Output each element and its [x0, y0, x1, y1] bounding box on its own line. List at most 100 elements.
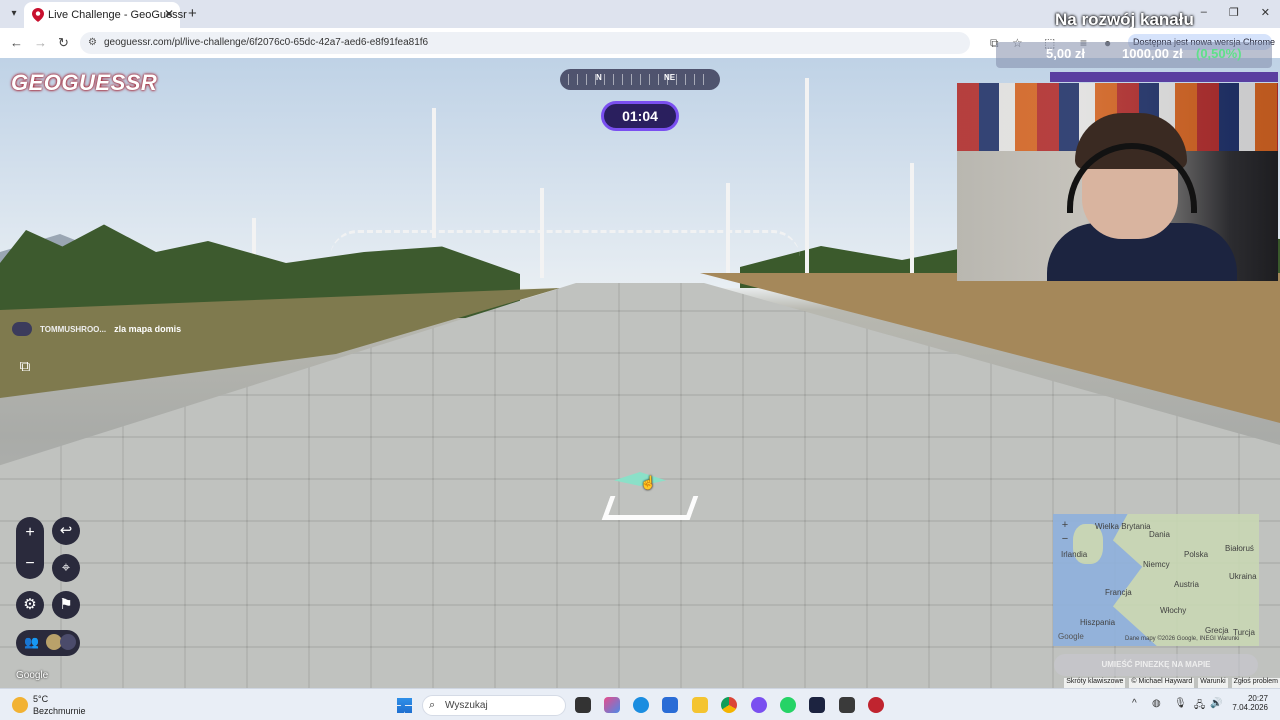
goal-percent: (0,50%) [1196, 46, 1242, 61]
windows-taskbar: 5°C Bezchmurnie ⌕ Wyszukaj ^ ◍ 🎙 🖧 🔊 20:… [0, 688, 1280, 720]
report-problem-link[interactable]: Zgłoś problem [1231, 678, 1280, 688]
search-icon: ⌕ [429, 699, 436, 711]
map-label: Włochy [1160, 606, 1187, 615]
compass-n: N [596, 73, 602, 82]
weather-desc: Bezchmurnie [33, 706, 86, 716]
copilot-icon[interactable] [604, 697, 620, 713]
donation-goal-bar: 5,00 zł 1000,00 zł (0,50%) [996, 42, 1272, 68]
forward-icon[interactable]: → [34, 35, 47, 50]
close-window-icon[interactable]: ✕ [1261, 6, 1270, 19]
window-controls: – ❐ ✕ [1201, 6, 1270, 19]
weather-temp: 5°C [33, 694, 49, 704]
back-icon[interactable]: ← [10, 35, 23, 50]
map-label: Francja [1105, 588, 1132, 597]
tab-search-icon[interactable]: ▾ [6, 6, 22, 22]
task-view-icon[interactable] [575, 697, 591, 713]
terms-link[interactable]: Warunki [1198, 678, 1228, 688]
clock-time: 20:27 [1247, 694, 1268, 703]
address-bar[interactable]: ⚙ geoguessr.com/pl/live-challenge/6f2076… [80, 32, 970, 54]
taskbar-clock[interactable]: 20:27 7.04.2026 [1226, 694, 1268, 712]
friend-avatar [60, 634, 76, 650]
streetview-footer: Skróty klawiszowe © Michael Hayward Waru… [1064, 678, 1280, 688]
photo-credit: © Michael Hayward [1129, 678, 1195, 688]
tray-chevron-icon[interactable]: ^ [1132, 698, 1137, 709]
app-icon[interactable] [809, 697, 825, 713]
zoom-out-button[interactable]: − [16, 548, 44, 579]
map-label: Irlandia [1061, 550, 1088, 559]
minimize-icon[interactable]: – [1201, 6, 1207, 19]
map-label: Polska [1184, 550, 1209, 559]
zoom-in-button[interactable]: + [16, 517, 44, 548]
compass-ticks [568, 74, 712, 85]
chat-toggle-icon[interactable]: ⧉ [14, 358, 36, 380]
move-back-arrow[interactable] [602, 496, 699, 520]
round-timer: 01:04 [601, 101, 679, 131]
stream-goal-title: Na rozwój kanału [1055, 10, 1194, 29]
friends-icon: 👥 [24, 635, 39, 649]
minimap-attribution: Dane mapy ©2026 Google, INEGI Warunki [1125, 636, 1239, 642]
light-pole [432, 108, 436, 238]
new-tab-icon[interactable]: + [188, 5, 197, 22]
light-pole [910, 163, 914, 273]
url-text: geoguessr.com/pl/live-challenge/6f2076c0… [104, 37, 429, 48]
search-placeholder: Wyszukaj [445, 700, 488, 711]
chat-message: TOMMUSHROO... zla mapa domis [12, 322, 181, 336]
minimap-zoom-in-icon[interactable]: + [1058, 518, 1072, 532]
guess-minimap[interactable]: Wielka Brytania Irlandia Dania Polska Bi… [1053, 514, 1259, 646]
geoguessr-favicon-icon [32, 8, 44, 22]
minimap-google-logo: Google [1058, 632, 1084, 641]
clock-date: 7.04.2026 [1232, 703, 1268, 712]
chat-text: zla mapa domis [114, 324, 182, 334]
goal-current: 5,00 zł [1046, 46, 1086, 61]
map-data-credit: Dane mapy ©2026 Google, INEGI [1125, 636, 1216, 642]
map-label: Grecja [1205, 626, 1229, 635]
map-terms-link[interactable]: Warunki [1217, 636, 1239, 642]
return-to-start-button[interactable]: ⌖ [52, 554, 80, 582]
keyboard-shortcuts-link[interactable]: Skróty klawiszowe [1064, 678, 1126, 688]
tab-close-icon[interactable]: ✕ [164, 7, 174, 21]
settings-gear-icon[interactable]: ⚙ [16, 591, 44, 619]
chrome-icon[interactable] [721, 697, 737, 713]
microphone-icon[interactable]: 🎙 [1174, 698, 1187, 709]
edge-icon[interactable] [633, 697, 649, 713]
discord-icon[interactable] [751, 697, 767, 713]
site-info-icon[interactable]: ⚙ [88, 37, 97, 48]
undo-move-button[interactable]: ↩ [52, 517, 80, 545]
windows-start-icon[interactable] [397, 698, 412, 713]
network-icon[interactable]: 🖧 [1194, 698, 1205, 715]
map-label: Białoruś [1225, 544, 1254, 553]
webcam-top-strip [1050, 72, 1278, 82]
map-label: Hiszpania [1080, 618, 1116, 627]
goal-target: 1000,00 zł [1122, 46, 1183, 61]
chat-avatar [12, 322, 32, 336]
reload-icon[interactable]: ↻ [58, 35, 69, 51]
map-label: Dania [1149, 530, 1170, 539]
google-watermark: Google [16, 670, 49, 681]
browser-tab[interactable]: Live Challenge - GeoGuessr ✕ [24, 2, 187, 28]
taskbar-search[interactable]: ⌕ Wyszukaj [422, 695, 566, 716]
chat-username: TOMMUSHROO... [40, 324, 107, 334]
geoguessr-logo[interactable]: GEOGUESSR [11, 70, 157, 96]
compass-ne: NE [664, 73, 676, 82]
tray-app-icon[interactable]: ◍ [1152, 698, 1161, 709]
maximize-icon[interactable]: ❐ [1229, 6, 1239, 19]
light-pole [726, 183, 730, 278]
whatsapp-icon[interactable] [780, 697, 796, 713]
map-label: Niemcy [1143, 560, 1170, 569]
light-pole [805, 78, 809, 278]
friends-button[interactable]: 👥 [16, 630, 80, 656]
place-pin-button[interactable]: UMIEŚĆ PINEZKĘ NA MAPIE [1054, 654, 1258, 676]
app-icon[interactable] [868, 697, 884, 713]
map-label: Austria [1174, 580, 1199, 589]
light-pole [540, 188, 544, 278]
volume-icon[interactable]: 🔊 [1210, 698, 1222, 709]
mouse-cursor-icon: ☝ [640, 475, 657, 490]
zoom-controls: + − [16, 517, 44, 579]
file-explorer-icon[interactable] [692, 697, 708, 713]
minimap-zoom: + − [1058, 518, 1072, 546]
store-icon[interactable] [662, 697, 678, 713]
weather-icon[interactable] [12, 697, 28, 713]
app-icon[interactable] [839, 697, 855, 713]
flag-icon[interactable]: ⚑ [52, 591, 80, 619]
minimap-zoom-out-icon[interactable]: − [1058, 532, 1072, 546]
